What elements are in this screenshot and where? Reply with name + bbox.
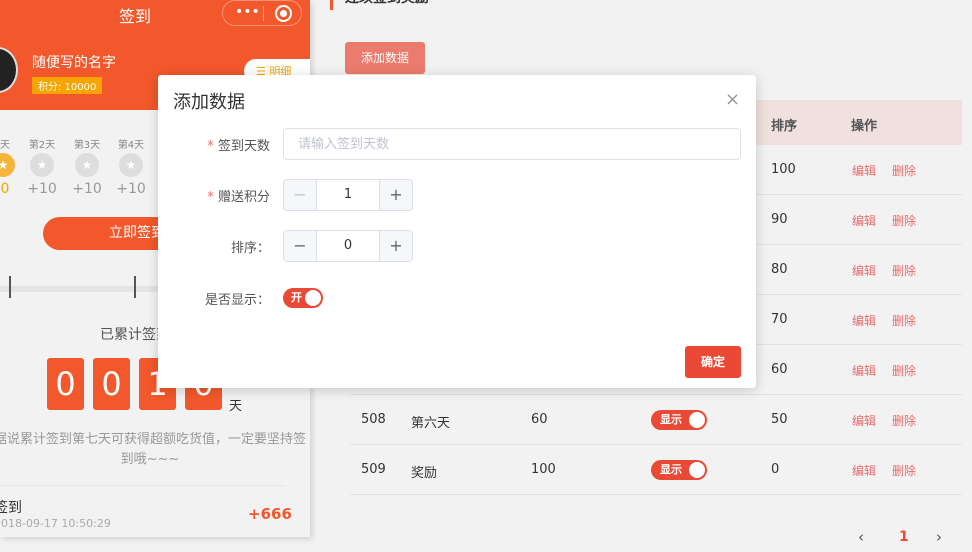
header-ops: 操作 xyxy=(851,119,878,134)
section-title: 连续签到奖励 xyxy=(330,0,429,10)
record-date: 2018-09-17 10:50:29 xyxy=(0,517,111,530)
record-points: +666 xyxy=(248,505,292,523)
confirm-button[interactable]: 确定 xyxy=(685,346,741,378)
digit: 0 xyxy=(93,358,130,410)
days-label: * 签到天数 xyxy=(207,139,270,154)
divider xyxy=(263,6,264,21)
star-icon: ★ xyxy=(119,153,143,177)
header-sort: 排序 xyxy=(771,119,798,134)
phone-title: 签到 xyxy=(118,7,151,26)
delete-link[interactable]: 删除 xyxy=(892,312,916,329)
cell-sort: 50 xyxy=(771,412,788,427)
pin-icon xyxy=(134,276,142,298)
cell-sort: 80 xyxy=(771,262,788,277)
show-toggle[interactable]: 显示 xyxy=(651,410,707,430)
points-stepper[interactable]: − 1 + xyxy=(283,179,413,211)
points-label-text: 赠送积分 xyxy=(217,190,270,205)
show-toggle[interactable]: 开 xyxy=(283,288,323,308)
add-data-dialog: 添加数据 × * 签到天数 * 赠送积分 − 1 + 排序： − 0 + 是否显… xyxy=(158,75,756,388)
divider xyxy=(0,485,285,486)
edit-link[interactable]: 编辑 xyxy=(852,412,876,429)
increment-button[interactable]: + xyxy=(380,180,412,210)
delete-link[interactable]: 删除 xyxy=(892,362,916,379)
day-points: +10 xyxy=(27,181,57,197)
day-unit: 天 xyxy=(229,399,243,414)
sort-value[interactable]: 0 xyxy=(316,231,380,261)
sort-label: 排序： xyxy=(230,241,270,256)
cell-sort: 90 xyxy=(771,212,788,227)
cell-points: 100 xyxy=(531,462,556,477)
table-row: 509 奖励 100 显示 0 编辑 删除 xyxy=(350,445,962,495)
day-label: 第2天 xyxy=(28,140,56,151)
days-input[interactable] xyxy=(283,128,741,160)
cell-sort: 70 xyxy=(771,312,788,327)
day-points: +10 xyxy=(72,181,102,197)
page-1[interactable]: 1 xyxy=(899,529,909,545)
cell-name: 第六天 xyxy=(411,416,451,431)
show-label: 是否显示： xyxy=(204,293,270,308)
dialog-title: 添加数据 xyxy=(173,92,245,113)
decrement-button[interactable]: − xyxy=(284,180,316,210)
points-badge: 积分: 10000 xyxy=(32,77,103,94)
sort-stepper[interactable]: − 0 + xyxy=(283,230,413,262)
edit-link[interactable]: 编辑 xyxy=(852,462,876,479)
cell-name: 奖励 xyxy=(411,466,438,481)
edit-link[interactable]: 编辑 xyxy=(852,162,876,179)
day-points: +10 xyxy=(116,181,146,197)
days-label-text: 签到天数 xyxy=(217,139,270,154)
prev-page-button[interactable]: ‹ xyxy=(858,528,864,546)
cell-points: 60 xyxy=(531,412,548,427)
star-icon: ★ xyxy=(75,153,99,177)
cell-sort: 60 xyxy=(771,362,788,377)
cell-sort: 100 xyxy=(771,162,796,177)
edit-link[interactable]: 编辑 xyxy=(852,312,876,329)
close-icon[interactable]: × xyxy=(725,89,740,110)
day-label: 第3天 xyxy=(73,140,101,151)
table-row: 508 第六天 60 显示 50 编辑 删除 xyxy=(350,395,962,445)
close-target-icon[interactable] xyxy=(275,5,292,22)
digit: 0 xyxy=(47,358,84,410)
pin-icon xyxy=(9,276,17,298)
delete-link[interactable]: 删除 xyxy=(892,162,916,179)
edit-link[interactable]: 编辑 xyxy=(852,362,876,379)
delete-link[interactable]: 删除 xyxy=(892,212,916,229)
cell-id: 509 xyxy=(361,462,386,477)
cell-id: 508 xyxy=(361,412,386,427)
delete-link[interactable]: 删除 xyxy=(892,412,916,429)
user-name: 随便写的名字 xyxy=(32,55,116,71)
next-page-button[interactable]: › xyxy=(936,528,942,546)
edit-link[interactable]: 编辑 xyxy=(852,262,876,279)
mini-program-capsule[interactable]: ••• xyxy=(222,0,302,26)
edit-link[interactable]: 编辑 xyxy=(852,212,876,229)
record-title: 签到 xyxy=(0,500,22,516)
delete-link[interactable]: 删除 xyxy=(892,462,916,479)
decrement-button[interactable]: − xyxy=(284,231,316,261)
add-data-button[interactable]: 添加数据 xyxy=(345,42,425,74)
tip-text: 据说累计签到第七天可获得超额吃货值，一定要坚持签到哦~~~ xyxy=(0,432,306,467)
delete-link[interactable]: 删除 xyxy=(892,262,916,279)
day-label: 第4天 xyxy=(117,140,145,151)
points-value[interactable]: 1 xyxy=(316,180,380,210)
increment-button[interactable]: + xyxy=(380,231,412,261)
star-icon: ★ xyxy=(30,153,54,177)
cell-sort: 0 xyxy=(771,462,780,477)
show-toggle[interactable]: 显示 xyxy=(651,460,707,480)
more-icon[interactable]: ••• xyxy=(235,4,260,20)
star-icon: ★ xyxy=(0,153,15,177)
points-label: * 赠送积分 xyxy=(207,190,270,205)
